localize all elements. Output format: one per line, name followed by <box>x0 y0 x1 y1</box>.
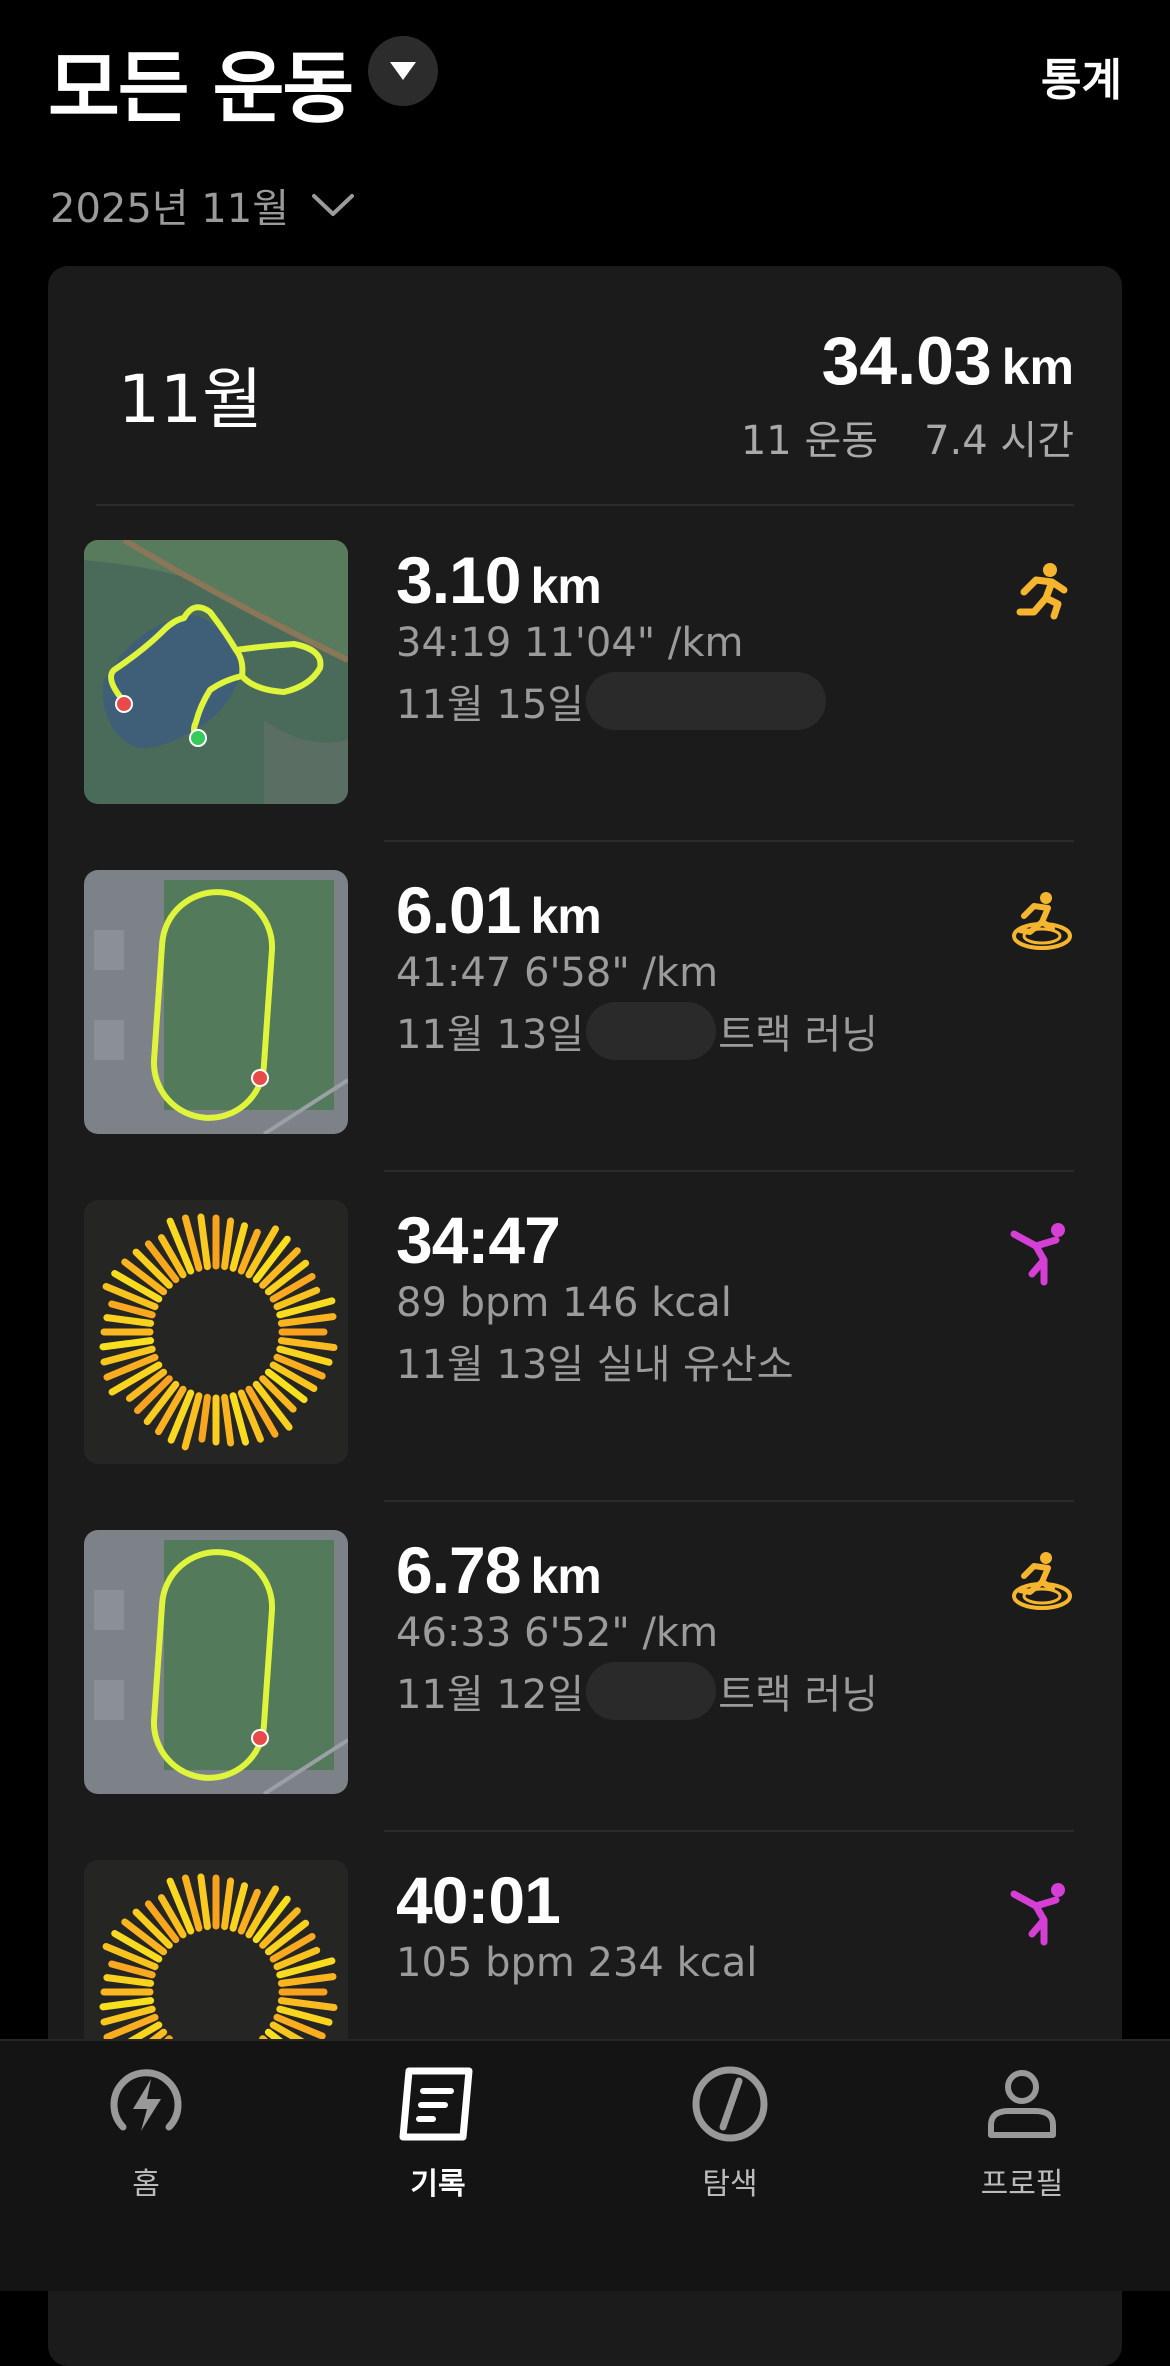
tab-profile-label: 프로필 <box>980 2167 1064 2202</box>
activity-stats: 105 bpm 234 kcal <box>396 1940 758 1986</box>
tab-home[interactable]: 홈 <box>46 2061 246 2261</box>
activity-stats: 41:47 6'58" /km <box>396 950 719 996</box>
activity-row[interactable]: 6.78 km 46:33 6'52" /km 11월 12일 트랙 러닝 <box>48 1496 1122 1832</box>
bottom-tab-bar: 홈 기록 탐색 프로필 <box>0 2039 1170 2291</box>
activity-primary-value: 40:01 <box>396 1862 962 1938</box>
activity-date: 11월 12일 <box>396 1672 585 1718</box>
activity-value: 6.78 <box>396 1533 521 1607</box>
track-running-icon <box>1012 892 1072 950</box>
activity-unit: km <box>530 888 601 944</box>
activity-primary-value: 34:47 <box>396 1202 962 1278</box>
activity-stats: 46:33 6'52" /km <box>396 1610 719 1656</box>
activity-date-line: 11월 12일 트랙 러닝 <box>396 1662 962 1720</box>
redacted-location <box>586 1002 717 1060</box>
activity-value: 40:01 <box>396 1863 561 1937</box>
heart-rate-sunburst-thumbnail <box>84 1200 348 1464</box>
activity-unit: km <box>530 558 601 614</box>
activity-primary-value: 6.78 km <box>396 1532 962 1608</box>
compass-icon <box>692 2066 768 2142</box>
summary-distance: 34.03 km <box>822 322 1074 400</box>
profile-icon <box>988 2070 1056 2138</box>
activity-date: 11월 13일 <box>396 1012 585 1058</box>
redacted-location <box>586 672 827 730</box>
track-running-icon <box>1012 1552 1072 1610</box>
activity-thumbnail <box>84 870 348 1134</box>
activity-row[interactable]: 3.10 km 34:19 11'04" /km 11월 15일 <box>48 506 1122 842</box>
filter-dropdown-button[interactable] <box>368 36 438 106</box>
month-picker[interactable]: 2025년 11월 <box>50 176 355 234</box>
tab-records[interactable]: 기록 <box>338 2061 538 2261</box>
tab-explore-label: 탐색 <box>702 2167 758 2202</box>
route-map-thumbnail <box>84 540 348 804</box>
yoga-icon <box>1010 1223 1065 1286</box>
activity-stats: 89 bpm 146 kcal <box>396 1280 732 1326</box>
activity-details: 3.10 km 34:19 11'04" /km 11월 15일 <box>396 542 962 730</box>
header: 모든 운동 통계 <box>48 20 1122 134</box>
summary-workouts: 11 운동 <box>740 418 879 464</box>
activity-primary-value: 6.01 km <box>396 872 962 948</box>
activity-date-line: 11월 13일 트랙 러닝 <box>396 1002 962 1060</box>
activity-row[interactable]: 34:47 89 bpm 146 kcal 11월 13일 실내 유산소 <box>48 1166 1122 1502</box>
route-map-thumbnail <box>84 1530 348 1794</box>
activity-thumbnail <box>84 1200 348 1464</box>
activity-date: 11월 13일 실내 유산소 <box>396 1342 794 1388</box>
tab-records-label: 기록 <box>410 2167 466 2202</box>
summary-duration: 7.4 시간 <box>924 418 1074 464</box>
tab-profile[interactable]: 프로필 <box>922 2061 1122 2261</box>
activity-stats: 34:19 11'04" /km <box>396 620 744 666</box>
activity-type-label: 트랙 러닝 <box>718 1012 879 1058</box>
activity-primary-value: 3.10 km <box>396 542 962 618</box>
tab-explore[interactable]: 탐색 <box>630 2061 830 2261</box>
activity-date: 11월 15일 <box>396 682 585 728</box>
activity-value: 34:47 <box>396 1203 561 1277</box>
activity-value: 6.01 <box>396 873 521 947</box>
activity-type-label: 트랙 러닝 <box>718 1672 879 1718</box>
summary-counts: 11 운동 7.4 시간 <box>741 408 1074 466</box>
activity-date-line: 11월 15일 <box>396 672 962 730</box>
summary-distance-value: 34.03 <box>821 323 992 399</box>
running-icon <box>1016 563 1068 620</box>
activity-details: 6.78 km 46:33 6'52" /km 11월 12일 트랙 러닝 <box>396 1532 962 1720</box>
activity-date-line: 11월 13일 실내 유산소 <box>396 1332 962 1390</box>
page-title: 모든 운동 <box>48 44 354 134</box>
activity-details: 6.01 km 41:47 6'58" /km 11월 13일 트랙 러닝 <box>396 872 962 1060</box>
activity-details: 40:01 105 bpm 234 kcal <box>396 1862 962 1986</box>
caret-down-icon <box>390 62 416 80</box>
home-bolt-icon <box>110 2069 182 2131</box>
record-icon <box>399 2067 473 2141</box>
summary-month: 11월 <box>118 361 263 438</box>
redacted-location <box>586 1662 717 1720</box>
activity-row[interactable]: 6.01 km 41:47 6'58" /km 11월 13일 트랙 러닝 <box>48 836 1122 1172</box>
month-picker-label: 2025년 11월 <box>50 186 290 232</box>
yoga-icon <box>1010 1883 1065 1946</box>
route-map-thumbnail <box>84 870 348 1134</box>
activity-value: 3.10 <box>396 543 521 617</box>
activity-thumbnail <box>84 1530 348 1794</box>
tab-home-label: 홈 <box>132 2167 160 2202</box>
stats-link[interactable]: 통계 <box>1041 44 1122 108</box>
chevron-down-icon <box>312 194 355 216</box>
summary-distance-unit: km <box>1001 339 1074 395</box>
activity-thumbnail <box>84 540 348 804</box>
month-summary: 11월 34.03 km 11 운동 7.4 시간 <box>48 266 1122 506</box>
activity-unit: km <box>530 1548 601 1604</box>
activity-details: 34:47 89 bpm 146 kcal 11월 13일 실내 유산소 <box>396 1202 962 1390</box>
